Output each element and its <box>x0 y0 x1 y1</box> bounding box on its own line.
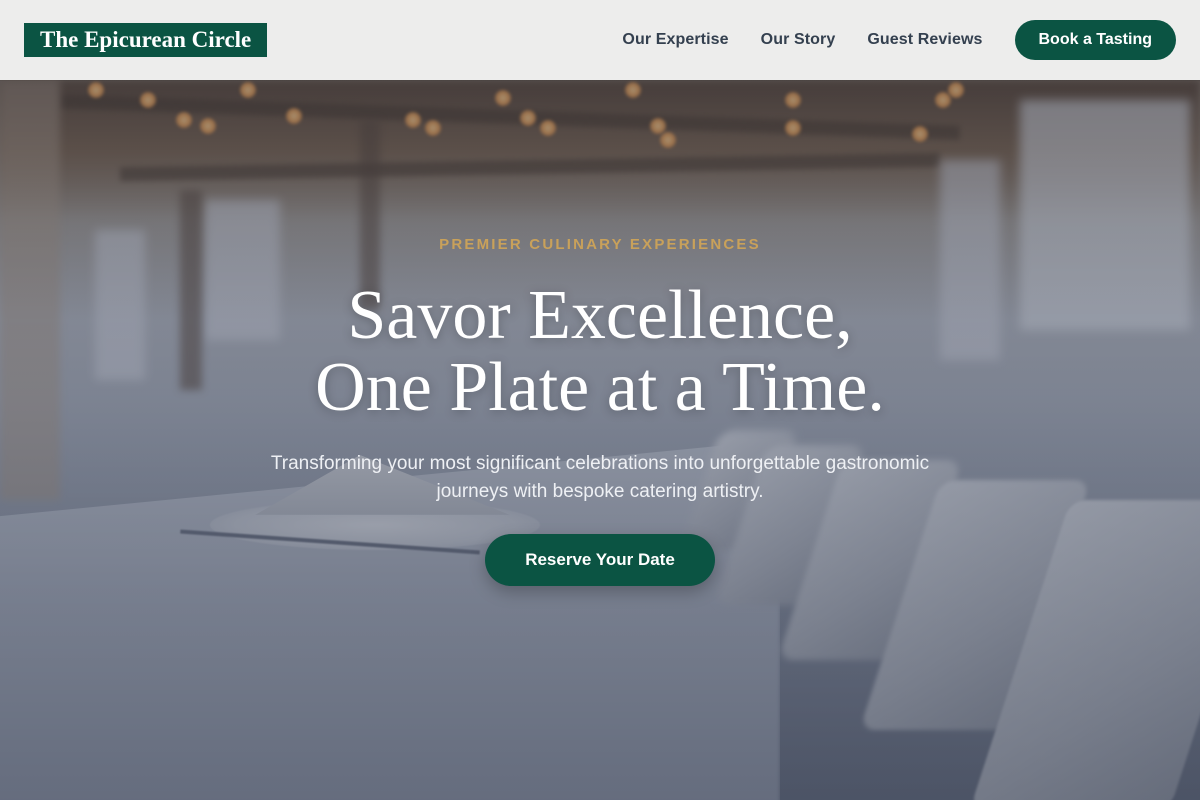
hero-content: PREMIER CULINARY EXPERIENCES Savor Excel… <box>0 236 1200 586</box>
nav-link-our-story[interactable]: Our Story <box>761 31 836 49</box>
hero-headline-line-1: Savor Excellence, <box>347 277 853 354</box>
site-header: The Epicurean Circle Our Expertise Our S… <box>0 0 1200 80</box>
hero-subtext: Transforming your most significant celeb… <box>270 453 930 502</box>
hero-eyebrow: PREMIER CULINARY EXPERIENCES <box>439 236 761 253</box>
nav-link-our-expertise[interactable]: Our Expertise <box>622 31 728 49</box>
hero-headline-line-2: One Plate at a Time. <box>315 349 885 426</box>
main-nav: Our Expertise Our Story Guest Reviews Bo… <box>622 20 1176 60</box>
reserve-date-button[interactable]: Reserve Your Date <box>485 534 715 586</box>
book-tasting-button[interactable]: Book a Tasting <box>1014 20 1176 60</box>
site-logo[interactable]: The Epicurean Circle <box>24 23 268 57</box>
hero-headline: Savor Excellence, One Plate at a Time. <box>0 280 1200 424</box>
nav-link-guest-reviews[interactable]: Guest Reviews <box>867 31 982 49</box>
